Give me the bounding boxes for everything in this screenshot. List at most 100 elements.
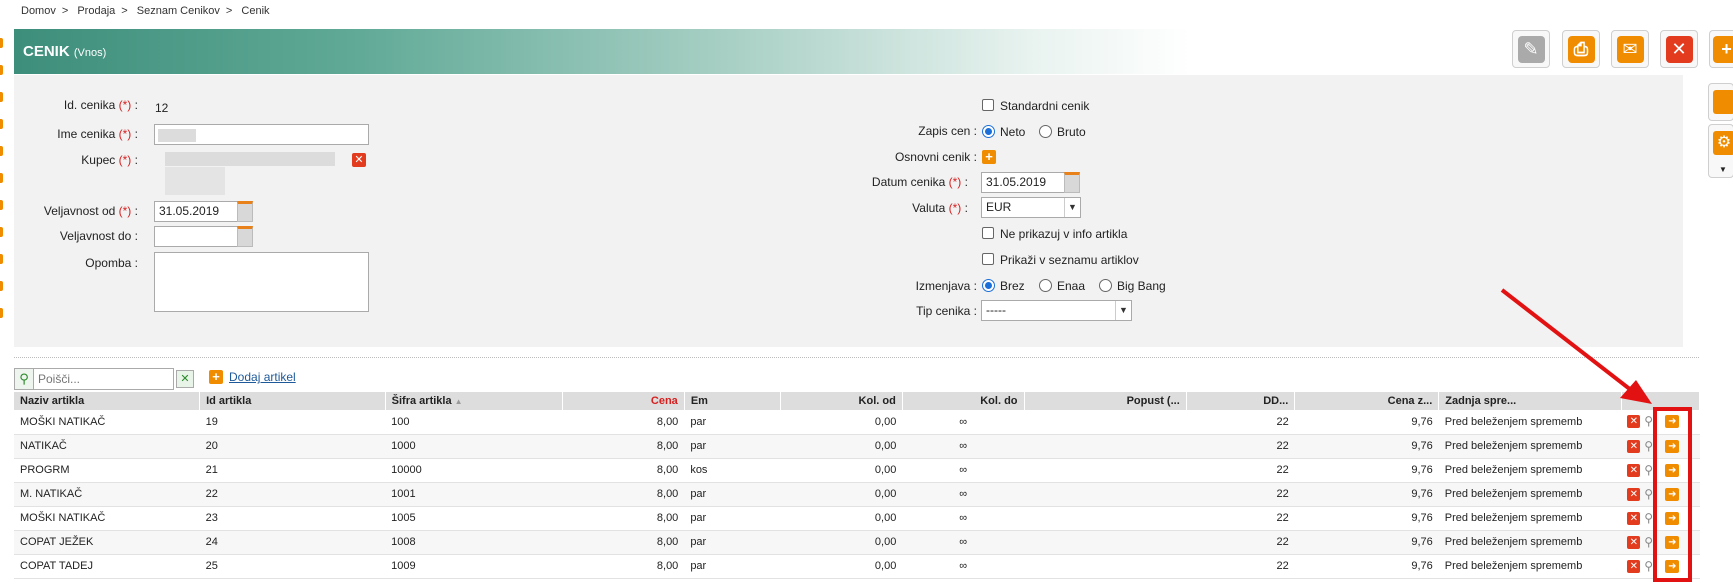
table-cell: 0,00: [780, 458, 903, 483]
bruto-radio[interactable]: [1039, 125, 1052, 138]
add-article-link[interactable]: Dodaj artikel: [229, 370, 296, 384]
change-label: Izmenjava :: [915, 279, 977, 293]
settings-button[interactable]: ⚙ ▼: [1708, 124, 1733, 178]
standard-label: Standardni cenik: [1000, 99, 1090, 113]
table-cell: ∞: [902, 506, 1025, 531]
valid-to-input[interactable]: [154, 226, 238, 247]
table-row[interactable]: MOŠKI NATIKAČ 23 1005 8,00 par 0,00 ∞ 22 9,76 Pre…: [14, 506, 1700, 531]
table-cell: MOŠKI NATIKAČ: [14, 506, 200, 531]
add-article[interactable]: + Dodaj artikel: [209, 370, 296, 384]
col-price-vat[interactable]: Cena z...: [1294, 392, 1440, 410]
table-cell: 1005: [385, 506, 563, 531]
plus-icon: +: [1713, 35, 1733, 63]
note-textarea[interactable]: [154, 252, 369, 312]
table-cell: Pred beleženjem sprememb: [1438, 506, 1622, 531]
redacted-buyer: [165, 152, 335, 166]
col-price[interactable]: Cena: [562, 392, 685, 410]
table-row[interactable]: COPAT TADEJ 25 1009 8,00 par 0,00 ∞ 22 9,76 Pred …: [14, 554, 1700, 579]
table-row[interactable]: PROGRM 21 10000 8,00 kos 0,00 ∞ 22 9,76 Pred bele…: [14, 458, 1700, 483]
edit-button[interactable]: ✎: [1512, 30, 1550, 68]
brez-label: Brez: [1000, 279, 1025, 293]
no-info-label: Ne prikazuj v info artikla: [1000, 227, 1128, 241]
crumb-home[interactable]: Domov: [21, 5, 56, 17]
table-cell: 22: [199, 482, 386, 507]
delete-row-button[interactable]: ✕: [1627, 487, 1641, 501]
table-row[interactable]: NATIKAČ 20 1000 8,00 par 0,00 ∞ 22 9,76 Pred bele…: [14, 434, 1700, 459]
calendar-icon[interactable]: [237, 201, 253, 222]
search-icon[interactable]: ⚲: [14, 368, 34, 390]
buyer-label: Kupec (*) :: [81, 153, 138, 167]
add-base-pricelist-button[interactable]: +: [982, 150, 996, 164]
table-row[interactable]: MOŠKI NATIKAČ 19 100 8,00 par 0,00 ∞ 22 9,76 Pred…: [14, 410, 1700, 435]
delete-row-button[interactable]: ✕: [1627, 415, 1641, 429]
standard-checkbox[interactable]: [982, 99, 994, 111]
email-button[interactable]: ✉: [1611, 30, 1649, 68]
table-cell: PROGRM: [14, 458, 200, 483]
table-cell: 22: [1186, 458, 1295, 483]
table-cell: 21: [199, 458, 386, 483]
col-vat[interactable]: DD...: [1186, 392, 1296, 410]
col-qty-from[interactable]: Kol. od: [780, 392, 903, 410]
valid-from-input[interactable]: 31.05.2019: [154, 201, 238, 222]
table-cell: [1024, 554, 1187, 579]
close-button[interactable]: ✕: [1660, 30, 1698, 68]
calendar-icon[interactable]: [1064, 172, 1080, 193]
crumb-sales[interactable]: Prodaja: [77, 5, 115, 17]
col-unit[interactable]: Em: [684, 392, 782, 410]
table-cell: 8,00: [562, 530, 685, 555]
table-cell: par: [684, 410, 781, 435]
no-info-checkbox[interactable]: [982, 227, 994, 239]
table-cell: ∞: [902, 482, 1025, 507]
delete-row-button[interactable]: ✕: [1627, 511, 1641, 525]
clear-search-button[interactable]: ✕: [176, 370, 194, 388]
breadcrumb: Domov > Prodaja > Seznam Cenikov > Cenik: [21, 5, 270, 17]
currency-label: Valuta (*) :: [912, 201, 968, 215]
show-list-checkbox[interactable]: [982, 253, 994, 265]
copy-button[interactable]: [1708, 83, 1733, 121]
id-label: Id. cenika (*) :: [63, 98, 138, 112]
currency-select[interactable]: EUR ▼: [981, 197, 1081, 218]
table-cell: [1024, 458, 1187, 483]
table-cell: COPAT TADEJ: [14, 554, 200, 579]
table-row[interactable]: M. NATIKAČ 22 1001 8,00 par 0,00 ∞ 22 9,76 Pred b…: [14, 482, 1700, 507]
date-input[interactable]: 31.05.2019: [981, 172, 1065, 193]
type-select[interactable]: ----- ▼: [981, 300, 1132, 321]
delete-row-button[interactable]: ✕: [1627, 439, 1641, 453]
col-code[interactable]: Šifra artikla ▲: [385, 392, 564, 410]
bigbang-radio[interactable]: [1099, 279, 1112, 292]
table-cell: 19: [199, 410, 386, 435]
table-cell: Pred beleženjem sprememb: [1438, 410, 1622, 435]
add-button[interactable]: +: [1709, 30, 1733, 68]
search-input[interactable]: [34, 368, 174, 390]
delete-row-button[interactable]: ✕: [1627, 535, 1641, 549]
col-qty-to[interactable]: Kol. do: [902, 392, 1025, 410]
neto-radio[interactable]: [982, 125, 995, 138]
col-last-change[interactable]: Zadnja spre...: [1438, 392, 1622, 410]
table-cell: par: [684, 506, 781, 531]
table-cell: 10000: [385, 458, 563, 483]
gear-icon: ⚙: [1713, 131, 1733, 155]
enaa-radio[interactable]: [1039, 279, 1052, 292]
table-cell: 25: [199, 554, 386, 579]
remove-buyer-button[interactable]: ✕: [352, 153, 366, 167]
delete-row-button[interactable]: ✕: [1627, 463, 1641, 477]
col-name[interactable]: Naziv artikla: [14, 392, 201, 410]
base-pricelist-label: Osnovni cenik :: [894, 150, 977, 164]
col-id[interactable]: Id artikla: [199, 392, 386, 410]
table-cell: 8,00: [562, 458, 685, 483]
table-cell: 0,00: [780, 410, 903, 435]
crumb-current: Cenik: [241, 5, 270, 17]
chevron-down-icon: ▼: [1064, 198, 1080, 217]
valid-to-label: Veljavnost do :: [59, 229, 138, 243]
brez-radio[interactable]: [982, 279, 995, 292]
calendar-icon[interactable]: [237, 226, 253, 247]
printer-icon: ⎙: [1567, 35, 1595, 63]
delete-row-button[interactable]: ✕: [1627, 559, 1641, 573]
print-button[interactable]: ⎙: [1562, 30, 1600, 68]
table-cell: 9,76: [1294, 506, 1439, 531]
sort-up-icon: ▲: [454, 397, 463, 406]
table-cell: Pred beleženjem sprememb: [1438, 530, 1622, 555]
table-row[interactable]: COPAT JEŽEK 24 1008 8,00 par 0,00 ∞ 22 9,76 Pred …: [14, 530, 1700, 555]
col-discount[interactable]: Popust (...: [1024, 392, 1187, 410]
crumb-pricelists[interactable]: Seznam Cenikov: [137, 5, 220, 17]
